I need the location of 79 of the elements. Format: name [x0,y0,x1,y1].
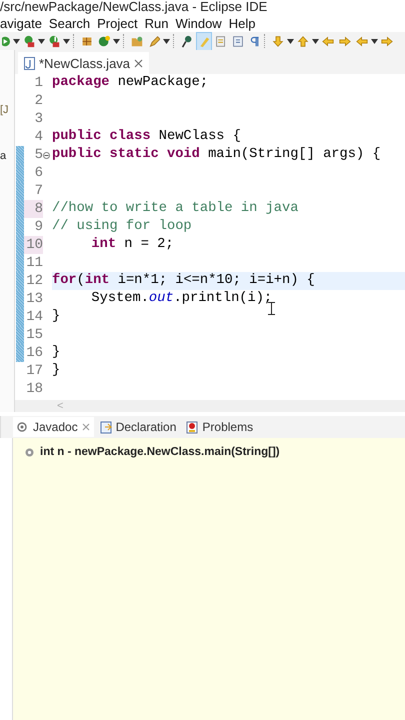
line-number: 7 [34,182,43,200]
fold-icon[interactable] [43,152,50,158]
arrow-right-icon [339,34,352,48]
line-number: 12 [25,272,43,290]
code-line: package newPackage; [52,74,208,92]
dropdown-caret-icon[interactable] [13,38,20,44]
document-icon [215,34,227,48]
window-title: /src/newPackage/NewClass.java - Eclipse IDE [0,0,268,14]
dropdown-caret-icon[interactable] [371,38,378,44]
brush-icon [198,34,210,48]
line-number: 9 [34,218,43,236]
menu-item[interactable]: Search [48,16,90,30]
code-line: public static void main(String[] args) { [52,146,381,164]
tab-label: Problems [202,420,254,434]
text-cursor-icon [268,302,275,315]
line-number: 4 [34,128,43,146]
code-line: public class NewClass { [52,128,241,146]
dropdown-caret-icon[interactable] [113,38,120,44]
coverage-icon [23,34,35,48]
line-number: 8 [24,200,43,218]
line-number: 10 [24,236,43,254]
profile-icon [48,34,60,48]
close-icon [134,58,144,68]
tab-label: *NewClass.java [39,56,130,70]
menu-item[interactable]: Help [228,16,256,30]
dropdown-caret-icon[interactable] [63,38,70,44]
variable-icon [25,448,34,456]
line-number: 5 [34,146,43,164]
arrow-left-icon [356,34,368,48]
view-tab[interactable]: Declaration [96,417,180,437]
close-icon [82,423,90,431]
line-number: 15 [25,326,43,344]
code-line: int n = 2; [91,236,174,254]
line-number: 1 [34,74,43,92]
arrow-down-icon [272,34,284,48]
line-number: 13 [25,290,43,308]
line-number: 6 [34,164,43,182]
problems-icon [186,420,198,434]
block-icon [232,34,244,48]
tab-label: Declaration [116,420,176,434]
code-line: for(int i=n*1; i<=n*10; i=i+n) { [52,272,315,290]
dropdown-caret-icon[interactable] [163,38,170,44]
menu-item[interactable]: Window [175,16,222,30]
line-number: 2 [34,92,43,110]
view-tab[interactable]: Javadoc [13,417,94,437]
panel-label: a [0,150,8,162]
line-number: 3 [34,110,43,128]
arrow-right-icon [381,34,394,48]
dropdown-caret-icon[interactable] [287,38,294,44]
folder-icon [131,34,143,48]
dropdown-caret-icon[interactable] [312,38,320,44]
java-file-icon [24,56,35,70]
signature-text: int n - newPackage.NewClass.main(String[]) [40,446,280,458]
package-icon [81,34,93,48]
dropdown-caret-icon[interactable] [38,38,45,44]
line-number: 14 [25,308,43,326]
pencil-icon [148,34,160,48]
code-line: //how to write a table in java [52,200,298,218]
menu-item[interactable]: Project [97,16,138,30]
code-line: } [52,344,60,362]
code-line: } [52,308,60,326]
panel-label: [J [0,104,10,116]
code-line: // using for loop [52,218,192,236]
arrow-left-icon [322,34,334,48]
view-tab[interactable]: Problems [182,417,258,437]
arrow-up-icon [297,34,310,48]
new-class-icon [98,34,110,48]
pilcrow-icon [249,34,260,48]
line-number: 11 [25,254,43,272]
code-line: System.out.println(i); [91,290,272,308]
editor-tab[interactable]: *NewClass.java [18,52,150,74]
menu-item[interactable]: Run [144,16,168,30]
menu-item[interactable]: avigate [0,16,42,30]
line-number: 18 [25,380,43,398]
line-number: 17 [25,362,43,380]
line-number: 16 [25,344,43,362]
tab-label: Javadoc [33,420,78,434]
code-line: } [52,362,60,380]
declaration-icon [100,420,112,434]
